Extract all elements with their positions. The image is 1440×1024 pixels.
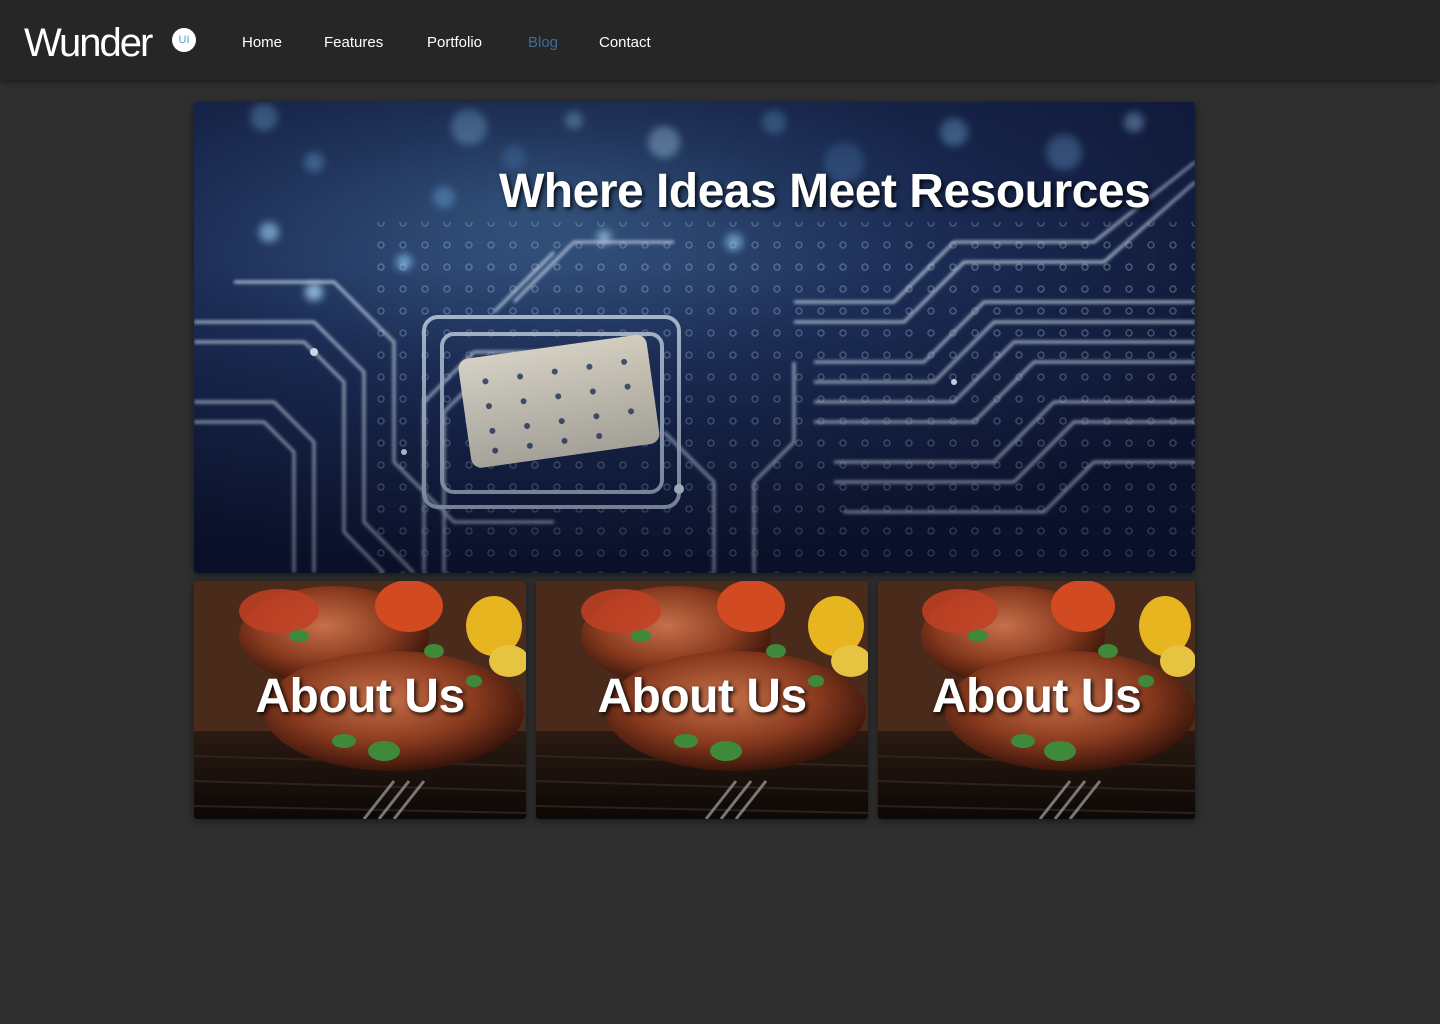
nav-item-home[interactable]: Home [242, 33, 282, 53]
nav-item-features[interactable]: Features [324, 33, 383, 53]
top-navbar: Wunder UI Home Features Portfolio Blog C… [0, 0, 1440, 80]
nav-item-blog[interactable]: Blog [528, 33, 558, 53]
about-us-card-1[interactable]: About Us [194, 581, 526, 819]
nav-item-portfolio[interactable]: Portfolio [427, 33, 482, 53]
card-title: About Us [597, 670, 807, 723]
card-title: About Us [931, 670, 1142, 723]
ui-badge-icon[interactable]: UI [172, 28, 196, 52]
card-title: About Us [255, 670, 465, 723]
brand-logo[interactable]: Wunder [24, 19, 153, 67]
nav-item-contact[interactable]: Contact [599, 33, 651, 53]
hero-title: Where Ideas Meet Resources [499, 165, 1151, 218]
hero-banner[interactable]: Where Ideas Meet Resources [194, 102, 1195, 573]
about-us-card-3[interactable]: About Us [878, 581, 1195, 819]
about-us-card-2[interactable]: About Us [536, 581, 868, 819]
